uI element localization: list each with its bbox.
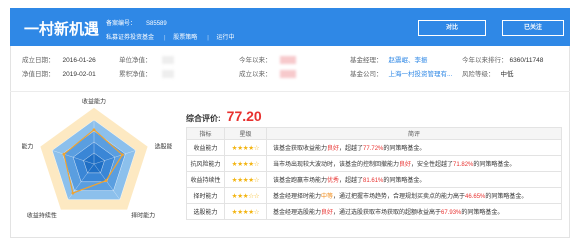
ytd-rank-value: 6360/11748 bbox=[509, 57, 544, 64]
radar-point bbox=[62, 152, 66, 156]
ytd-return-hidden bbox=[279, 56, 296, 65]
ytd-rank: 今年以来排行： 6360/11748 bbox=[462, 54, 543, 64]
cum-nav: 累积净值： bbox=[119, 68, 174, 79]
table-header-row: 指标 星级 简评 bbox=[186, 127, 562, 140]
indicator-name: 收益持续性 bbox=[186, 171, 225, 188]
radar-axis-label: 抗风险能力 bbox=[22, 143, 33, 151]
tag-strategy: 股票策略 bbox=[173, 35, 198, 41]
ytd-rank-label: 今年以来排行： bbox=[462, 57, 508, 64]
percentile: 81.61% bbox=[363, 178, 384, 184]
level-word: 良好 bbox=[399, 162, 412, 168]
unit-nav: 单位净值： bbox=[119, 54, 174, 65]
nav-date-value: 2019-02-01 bbox=[62, 71, 96, 78]
cum-nav-hidden bbox=[161, 70, 174, 79]
col-indicator: 指标 bbox=[186, 127, 225, 140]
nav-date: 净值日期： 2019-02-01 bbox=[22, 68, 96, 78]
established-label: 成立日期： bbox=[22, 57, 55, 64]
radar-axis-label: 收益能力 bbox=[82, 98, 106, 106]
table-row: 选股能力 ★★★★☆ 基金经理选股能力良好，通过选股获取市场获取的超额收益高于6… bbox=[186, 203, 562, 220]
company-label: 基金公司： bbox=[350, 71, 383, 78]
compare-button[interactable]: 对比 bbox=[418, 20, 486, 36]
level-word: 中等 bbox=[321, 194, 334, 200]
table-row: 择时能力 ★★★☆☆ 基金经理择时能力中等，通过把握市场趋势，合理规划买卖点的能… bbox=[186, 187, 562, 204]
indicator-name: 收益能力 bbox=[186, 139, 225, 156]
comment: 基金经理选股能力良好，通过选股获取市场获取的超额收益高于67.93%的同策略基金… bbox=[266, 203, 562, 220]
section-divider bbox=[10, 91, 570, 92]
established-value: 2016-01-26 bbox=[62, 57, 96, 64]
radar-point bbox=[71, 191, 75, 195]
ytd-return: 今年以来： bbox=[239, 54, 296, 65]
unit-nav-hidden bbox=[161, 56, 174, 65]
table-row: 收益能力 ★★★★☆ 该基金获取收益能力良好，超越了77.72%的同策略基金。 bbox=[186, 139, 562, 156]
overall-score: 综合评价: 77.20 bbox=[186, 108, 262, 124]
indicator-name: 选股能力 bbox=[186, 203, 225, 220]
radar-point bbox=[121, 153, 124, 157]
star-rating: ★★★★☆ bbox=[224, 171, 267, 188]
level-word: 优秀 bbox=[327, 178, 340, 184]
cum-nav-label: 累积净值： bbox=[119, 71, 152, 78]
fund-tags: 私募证券投资基金 | 股票策略 | 运行中 bbox=[106, 32, 245, 41]
record-code-label: 备案编号： bbox=[106, 21, 137, 27]
table-row: 抗风险能力 ★★★★☆ 当市场出现较大波动时，该基金的控制回撤能力良好，安全性超… bbox=[186, 155, 562, 172]
fund-company: 基金公司： 上海一村投资管理有... bbox=[350, 68, 452, 78]
fund-title: 一村新机遇 bbox=[24, 21, 100, 38]
star-rating: ★★★★☆ bbox=[224, 155, 267, 172]
established-date: 成立日期： 2016-01-26 bbox=[22, 54, 96, 64]
score-label: 综合评价: bbox=[186, 114, 221, 123]
manager-label: 基金经理： bbox=[350, 57, 383, 64]
percentile: 67.93% bbox=[441, 210, 462, 216]
comment: 当市场出现较大波动时，该基金的控制回撤能力良好，安全性超越了71.82%的同策略… bbox=[266, 155, 562, 172]
fund-manager: 基金经理： 赵震岷、李振 bbox=[350, 54, 428, 64]
score-value: 77.20 bbox=[226, 108, 262, 124]
evaluation-table: 指标 星级 简评 收益能力 ★★★★☆ 该基金获取收益能力良好，超越了77.72… bbox=[186, 127, 562, 220]
tag-fund-type: 私募证券投资基金 bbox=[106, 35, 155, 41]
record-code: 备案编号： S85589 bbox=[106, 18, 177, 27]
star-rating: ★★★★☆ bbox=[224, 139, 267, 156]
radar-axis-label: 择时能力 bbox=[131, 212, 155, 220]
indicator-name: 择时能力 bbox=[186, 187, 225, 204]
indicator-name: 抗风险能力 bbox=[186, 155, 225, 172]
level-word: 良好 bbox=[321, 210, 334, 216]
ability-radar-chart: 收益能力选股能力择时能力 收益持续性 抗风险能力 bbox=[22, 98, 172, 220]
tag-status: 运行中 bbox=[216, 35, 235, 41]
since-established-hidden bbox=[279, 70, 296, 79]
radar-point bbox=[104, 179, 108, 182]
radar-axis-label: 选股能力 bbox=[155, 143, 172, 151]
follow-button[interactable]: 已关注 bbox=[502, 20, 564, 36]
record-code-value: S85589 bbox=[146, 21, 167, 27]
manager-link[interactable]: 赵震岷、李振 bbox=[389, 57, 428, 64]
percentile: 46.65% bbox=[465, 194, 486, 200]
radar-axis-label: 收益持续性 bbox=[27, 212, 57, 220]
ytd-return-label: 今年以来： bbox=[239, 57, 272, 64]
col-comment: 简评 bbox=[266, 127, 562, 140]
table-row: 收益持续性 ★★★★☆ 该基金跑赢市场能力优秀，超越了81.61%的同策略基金。 bbox=[186, 171, 562, 188]
comment: 基金经理择时能力中等，通过把握市场趋势，合理规划买卖点的能力高于46.65%的同… bbox=[266, 187, 562, 204]
risk-label: 风险等级： bbox=[462, 71, 495, 78]
star-rating: ★★★★☆ bbox=[224, 203, 267, 220]
risk-level: 风险等级： 中低 bbox=[462, 68, 514, 78]
col-stars: 星级 bbox=[224, 127, 267, 140]
level-word: 良好 bbox=[327, 146, 340, 152]
company-link[interactable]: 上海一村投资管理有... bbox=[389, 71, 453, 78]
radar-point bbox=[92, 128, 96, 132]
percentile: 71.82% bbox=[453, 162, 474, 168]
star-rating: ★★★☆☆ bbox=[224, 187, 267, 204]
fund-header: 一村新机遇 备案编号： S85589 私募证券投资基金 | 股票策略 | 运行中 对比… bbox=[10, 8, 570, 46]
since-established-return: 成立以来： bbox=[239, 68, 296, 79]
comment: 该基金跑赢市场能力优秀，超越了81.61%的同策略基金。 bbox=[266, 171, 562, 188]
nav-date-label: 净值日期： bbox=[22, 71, 55, 78]
risk-value: 中低 bbox=[500, 71, 514, 78]
unit-nav-label: 单位净值： bbox=[119, 57, 152, 64]
percentile: 77.72% bbox=[363, 146, 384, 152]
comment: 该基金获取收益能力良好，超越了77.72%的同策略基金。 bbox=[266, 139, 562, 156]
since-established-label: 成立以来： bbox=[239, 71, 272, 78]
